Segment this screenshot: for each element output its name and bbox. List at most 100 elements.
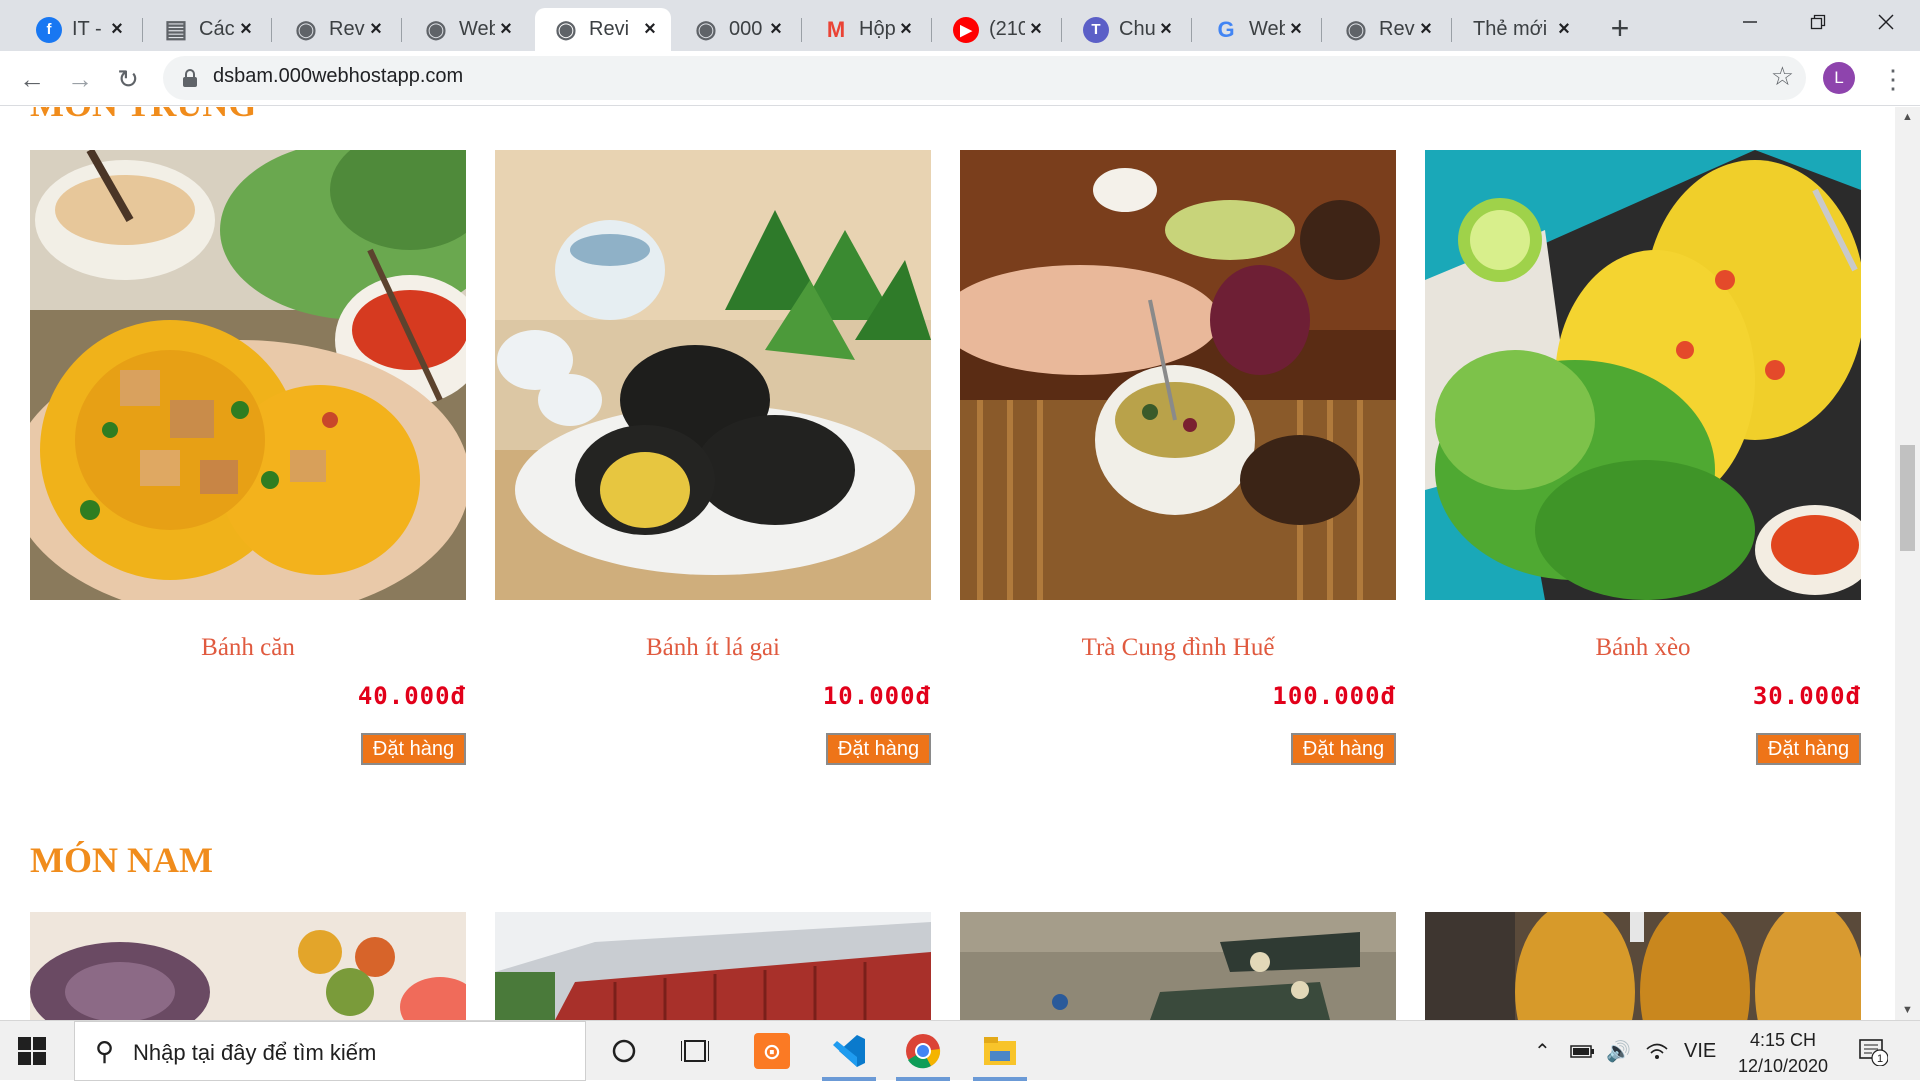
- teams-icon: T: [1083, 16, 1109, 43]
- browser-tab[interactable]: ◉Revi×: [275, 8, 397, 51]
- browser-tab[interactable]: ◉Revi×: [1325, 8, 1447, 51]
- scroll-down-arrow-icon[interactable]: ▼: [1895, 1000, 1920, 1020]
- notification-icon: 1: [1859, 1039, 1888, 1066]
- close-tab-icon[interactable]: ×: [1285, 18, 1307, 41]
- new-tab-button[interactable]: +: [1602, 10, 1638, 46]
- tab-separator: [1321, 18, 1322, 42]
- product-card: Bánh căn 40.000đ Đặt hàng: [30, 150, 466, 770]
- chrome-icon[interactable]: [892, 1027, 954, 1081]
- product-name[interactable]: Bánh căn: [30, 634, 466, 662]
- input-language-indicator[interactable]: VIE: [1684, 1021, 1716, 1081]
- tab-title: (210: [989, 18, 1025, 40]
- volume-icon[interactable]: 🔊: [1606, 1021, 1631, 1081]
- globe-icon: ◉: [695, 16, 717, 43]
- browser-tab[interactable]: ◉Revi×: [535, 8, 671, 51]
- order-button[interactable]: Đặt hàng: [826, 733, 931, 765]
- browser-tab[interactable]: T Chu ×: [1065, 8, 1187, 51]
- profile-avatar[interactable]: L: [1823, 62, 1855, 94]
- vscode-icon[interactable]: [818, 1027, 880, 1081]
- browser-tab[interactable]: ▶ (210 ×: [935, 8, 1057, 51]
- close-tab-icon[interactable]: ×: [639, 18, 661, 41]
- file-explorer-icon[interactable]: [969, 1027, 1031, 1081]
- product-image[interactable]: [1425, 912, 1861, 1020]
- back-button[interactable]: ←: [12, 59, 52, 99]
- product-name[interactable]: Bánh xèo: [1425, 634, 1861, 662]
- section-title-mon-trung: MÓN TRUNG: [30, 107, 256, 125]
- browser-tab[interactable]: ◉ 000 ×: [675, 8, 797, 51]
- bookmark-star-icon[interactable]: ☆: [1771, 61, 1794, 92]
- scroll-thumb[interactable]: [1900, 445, 1915, 551]
- close-tab-icon[interactable]: ×: [1025, 18, 1047, 41]
- product-image[interactable]: [30, 912, 466, 1020]
- page-scrollbar[interactable]: ▲ ▼: [1895, 107, 1920, 1020]
- search-icon: ⚲: [95, 1036, 115, 1066]
- page-viewport: MÓN TRUNG: [0, 107, 1920, 1020]
- google-icon: G: [1217, 16, 1235, 42]
- order-button[interactable]: Đặt hàng: [361, 733, 466, 765]
- product-image-banh-xeo[interactable]: [1425, 150, 1861, 600]
- product-image-tra-cung-dinh-hue[interactable]: [960, 150, 1396, 600]
- close-tab-icon[interactable]: ×: [1553, 18, 1575, 41]
- show-hidden-icons-button[interactable]: ⌃: [1534, 1021, 1551, 1081]
- close-tab-icon[interactable]: ×: [765, 18, 787, 41]
- browser-tab[interactable]: M Hộp ×: [805, 8, 927, 51]
- scroll-up-arrow-icon[interactable]: ▲: [1895, 107, 1920, 127]
- task-view-icon[interactable]: [664, 1027, 726, 1075]
- address-bar[interactable]: dsbam.000webhostapp.com ☆: [163, 56, 1806, 100]
- product-name[interactable]: Bánh ít lá gai: [495, 634, 931, 662]
- tab-strip: fIT - I×▤Cách×◉Revi×◉Web×◉Revi×◉000×MHộp…: [0, 0, 1920, 51]
- product-card: Bánh ít lá gai 10.000đ Đặt hàng: [495, 150, 931, 770]
- close-tab-icon[interactable]: ×: [235, 18, 257, 41]
- product-image[interactable]: [960, 912, 1396, 1020]
- cortana-icon[interactable]: [593, 1027, 655, 1075]
- restore-icon: [1810, 14, 1826, 30]
- restore-window-button[interactable]: [1784, 0, 1852, 44]
- product-price: 10.000đ: [822, 682, 931, 710]
- arrow-left-icon: ←: [19, 63, 45, 94]
- close-tab-icon[interactable]: ×: [365, 18, 387, 41]
- close-tab-icon[interactable]: ×: [1415, 18, 1437, 41]
- windows-start-icon[interactable]: [18, 1037, 48, 1067]
- order-button[interactable]: Đặt hàng: [1291, 733, 1396, 765]
- xampp-icon[interactable]: ⊙: [741, 1027, 803, 1075]
- close-window-button[interactable]: [1852, 0, 1920, 44]
- reload-icon: ↻: [117, 63, 139, 94]
- taskbar-search-box[interactable]: ⚲ Nhập tại đây để tìm kiếm: [74, 1021, 586, 1081]
- close-tab-icon[interactable]: ×: [106, 18, 128, 41]
- product-card: [495, 912, 931, 1020]
- order-button[interactable]: Đặt hàng: [1756, 733, 1861, 765]
- battery-icon[interactable]: [1570, 1021, 1596, 1081]
- globe-icon: ◉: [1345, 16, 1367, 43]
- youtube-icon: ▶: [953, 16, 979, 43]
- tab-separator: [1061, 18, 1062, 42]
- product-name[interactable]: Trà Cung đình Huế: [960, 634, 1396, 662]
- tab-separator: [931, 18, 932, 42]
- taskbar-clock[interactable]: 4:15 CH 12/10/2020: [1728, 1027, 1838, 1079]
- reload-button[interactable]: ↻: [108, 59, 148, 99]
- facebook-icon: f: [36, 16, 62, 43]
- browser-tab[interactable]: ◉ Web ×: [405, 8, 527, 51]
- browser-menu-icon[interactable]: ⋮: [1878, 59, 1908, 99]
- browser-tab[interactable]: ▤ Cách×: [145, 8, 267, 51]
- action-center-button[interactable]: 1: [1858, 1021, 1888, 1081]
- product-image-banh-it-la-gai[interactable]: [495, 150, 931, 600]
- tab-title: Web: [1249, 18, 1285, 40]
- browser-tab[interactable]: G Web ×: [1195, 8, 1317, 51]
- svg-text:⊙: ⊙: [763, 1040, 781, 1065]
- close-tab-icon[interactable]: ×: [895, 18, 917, 41]
- browser-tab[interactable]: f IT - I×: [18, 8, 138, 51]
- product-price: 100.000đ: [1272, 682, 1396, 710]
- minimize-window-button[interactable]: [1716, 0, 1784, 44]
- product-price: 40.000đ: [357, 682, 466, 710]
- close-tab-icon[interactable]: ×: [495, 18, 517, 41]
- product-image[interactable]: [495, 912, 931, 1020]
- forward-button[interactable]: →: [60, 59, 100, 99]
- browser-tab[interactable]: Thẻ mới ×: [1455, 8, 1585, 51]
- url-text[interactable]: dsbam.000webhostapp.com: [213, 65, 463, 88]
- lock-icon: [183, 69, 197, 87]
- wifi-icon[interactable]: [1645, 1021, 1669, 1081]
- product-image-banh-can[interactable]: [30, 150, 466, 600]
- product-card: Trà Cung đình Huế 100.000đ Đặt hàng: [960, 150, 1396, 770]
- close-tab-icon[interactable]: ×: [1155, 18, 1177, 41]
- globe-icon: ◉: [425, 16, 447, 43]
